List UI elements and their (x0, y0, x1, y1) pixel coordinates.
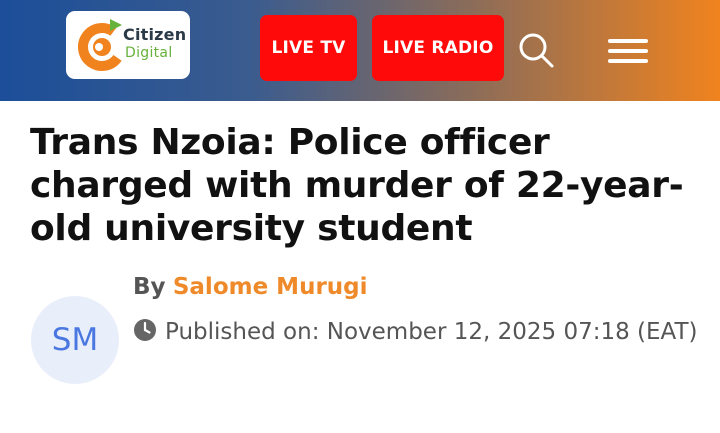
byline: By Salome Murugi (133, 274, 368, 300)
published-info: Published on: November 12, 2025 07:18 (E… (133, 312, 703, 352)
live-tv-button[interactable]: LIVE TV (260, 15, 357, 81)
live-radio-button[interactable]: LIVE RADIO (372, 15, 504, 81)
clock-icon (134, 319, 156, 341)
search-icon (519, 33, 554, 68)
site-header: Citizen Digital LIVE TV LIVE RADIO (0, 0, 720, 101)
article-title: Trans Nzoia: Police officer charged with… (30, 122, 684, 249)
menu-button[interactable] (604, 34, 652, 68)
search-button[interactable] (516, 30, 556, 70)
logo-text-digital: Digital (125, 45, 173, 61)
author-initials: SM (51, 322, 99, 358)
logo-text-citizen: Citizen (123, 25, 187, 44)
published-date: November 12, 2025 07:18 (EAT) (326, 319, 698, 345)
hamburger-menu-icon (608, 39, 648, 63)
author-link[interactable]: Salome Murugi (173, 274, 368, 300)
citizen-digital-logo[interactable]: Citizen Digital (66, 11, 190, 79)
byline-prefix: By (133, 274, 166, 300)
author-avatar: SM (31, 296, 119, 384)
published-label: Published on: (165, 319, 320, 345)
